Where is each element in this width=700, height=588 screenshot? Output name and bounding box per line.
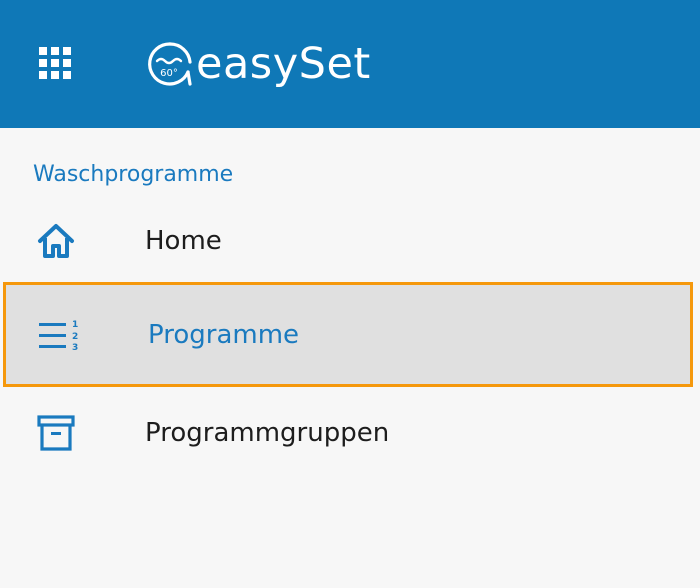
grid-icon xyxy=(39,47,71,79)
archive-box-icon xyxy=(34,411,78,455)
sidebar-item-programme[interactable]: 1 2 3 Programme xyxy=(3,282,693,387)
app-header: 60° easySet xyxy=(0,0,700,128)
sidebar-item-programmgruppen[interactable]: Programmgruppen xyxy=(0,385,700,481)
sidebar-item-label: Programmgruppen xyxy=(145,418,390,448)
sidebar-item-label: Home xyxy=(145,226,222,256)
washing-machine-logo-icon: 60° xyxy=(148,42,192,86)
sidebar-item-highlight xyxy=(9,288,687,381)
sidebar-section-title: Waschprogramme xyxy=(33,162,234,187)
app-name: easySet xyxy=(196,39,371,89)
svg-text:1: 1 xyxy=(72,320,78,330)
numbered-list-icon: 1 2 3 xyxy=(37,313,81,357)
svg-text:3: 3 xyxy=(72,343,78,353)
svg-text:2: 2 xyxy=(72,332,78,342)
apps-menu-button[interactable] xyxy=(36,44,76,84)
home-icon xyxy=(34,219,78,263)
sidebar-item-home[interactable]: Home xyxy=(0,193,700,289)
svg-text:60°: 60° xyxy=(160,68,178,79)
app-logo[interactable]: 60° easySet xyxy=(146,34,371,94)
sidebar-item-label: Programme xyxy=(148,319,300,350)
